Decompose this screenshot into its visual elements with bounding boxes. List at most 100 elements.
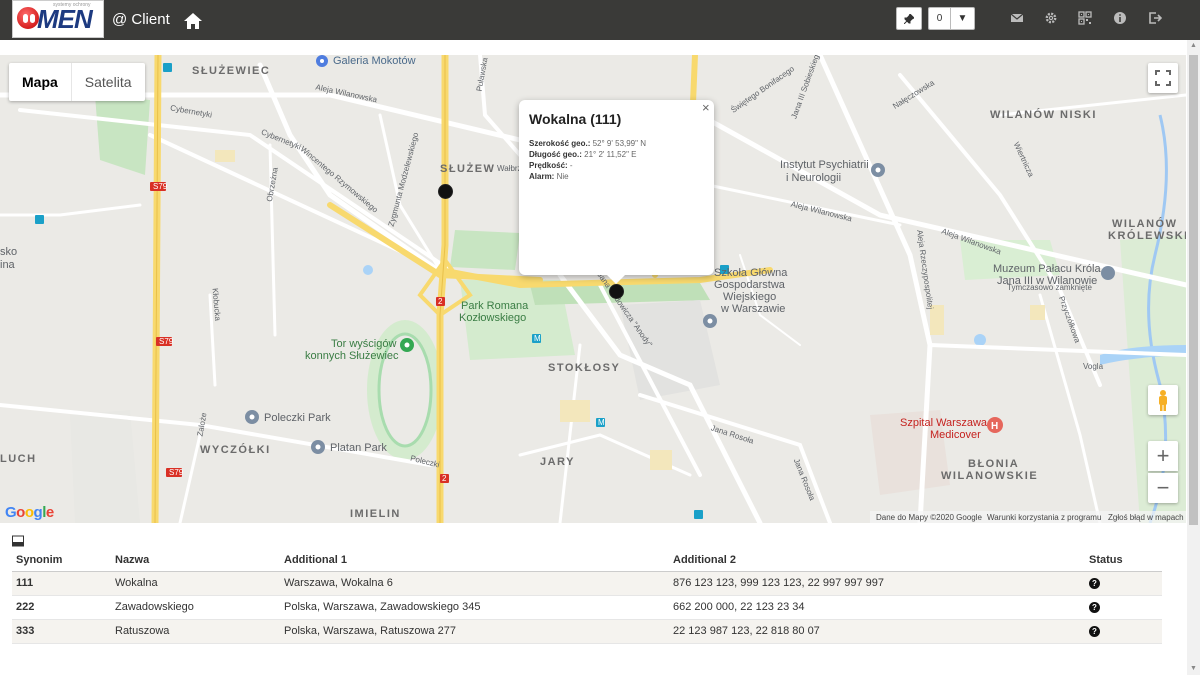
fullscreen-icon <box>1155 70 1171 86</box>
table-header-row: Synonim Nazwa Additional 1 Additional 2 … <box>12 549 1162 572</box>
map-label-sggw: Szkoła Główna <box>714 267 788 279</box>
scroll-up-icon[interactable]: ▲ <box>1187 40 1200 52</box>
map-label-stoklosy: STOKŁOSY <box>548 362 621 374</box>
map-type-satellite-button[interactable]: Satelita <box>72 63 145 101</box>
home-icon[interactable] <box>184 13 202 29</box>
map-label-sggw-4: w Warszawie <box>721 303 786 315</box>
map-label-imielin: IMIELIN <box>350 508 401 520</box>
road-shield-s79: S79 <box>153 182 168 191</box>
zoom-in-button[interactable]: + <box>1148 441 1178 471</box>
fullscreen-button[interactable] <box>1148 63 1178 93</box>
cell-status: ? <box>1085 619 1162 644</box>
terms-link[interactable]: Warunki korzystania z programu <box>987 513 1101 522</box>
map-label-instytut-2: i Neurologii <box>786 172 842 184</box>
info-window-title: Wokalna (111) <box>529 111 622 127</box>
cell-nazwa: Ratuszowa <box>111 619 280 644</box>
map-label-sggw-3: Wiejskiego <box>723 291 777 303</box>
info-icon[interactable] <box>1113 11 1127 25</box>
table-row[interactable]: 111 Wokalna Warszawa, Wokalna 6 876 123 … <box>12 571 1162 596</box>
status-question-icon[interactable]: ? <box>1089 602 1100 613</box>
table-row[interactable]: 222 Zawadowskiego Polska, Warszawa, Zawa… <box>12 595 1162 620</box>
client-label: @ Client <box>112 11 170 28</box>
scroll-down-icon[interactable]: ▼ <box>1187 663 1200 675</box>
pin-button[interactable] <box>896 7 922 30</box>
map-type-control: Mapa Satelita <box>9 63 145 101</box>
cell-additional-2: 662 200 000, 22 123 23 34 <box>669 595 1085 620</box>
cell-status: ? <box>1085 571 1162 596</box>
cell-additional-2: 876 123 123, 999 123 123, 22 997 997 997 <box>669 571 1085 596</box>
map-label-sluzew: SŁUŻEW <box>440 163 496 175</box>
map-type-map-button[interactable]: Mapa <box>9 63 72 101</box>
column-header-synonim[interactable]: Synonim <box>12 549 111 572</box>
info-row-alarm: Alarm: Nie <box>529 172 569 181</box>
map-label-park: Park Romana <box>461 300 529 312</box>
cell-additional-1: Warszawa, Wokalna 6 <box>280 571 669 596</box>
map-label-szpital: Szpital Warszawa <box>900 417 988 429</box>
road-shield-s79: S79 <box>169 468 184 477</box>
counter-field[interactable]: 0 <box>928 7 950 30</box>
minus-icon: − <box>1156 475 1170 500</box>
logo-text: MEN <box>37 4 93 34</box>
map-label-jary: JARY <box>540 456 575 468</box>
map-label-muzeum-3: Tymczasowo zamknięte <box>1007 283 1092 292</box>
map-label-wyczolki: WYCZÓŁKI <box>200 444 271 456</box>
column-header-additional-2[interactable]: Additional 2 <box>669 549 1085 572</box>
svg-text:H: H <box>991 421 998 432</box>
map-view[interactable]: H S79 S79 S79 2 2 M M SŁUŻEWIEC Galeria … <box>0 55 1186 523</box>
map-label-tor: Tor wyścigów <box>331 338 397 350</box>
info-row-longitude: Długość geo.: 21° 2' 11,52" E <box>529 150 637 159</box>
map-marker-selected[interactable] <box>609 284 624 299</box>
objects-table: Synonim Nazwa Additional 1 Additional 2 … <box>12 549 1162 644</box>
cell-synonim: 333 <box>12 619 111 644</box>
cell-nazwa: Wokalna <box>111 571 280 596</box>
street-view-button[interactable] <box>1148 385 1178 415</box>
map-label-park-2: Kozłowskiego <box>459 312 527 324</box>
status-question-icon[interactable]: ? <box>1089 578 1100 589</box>
road-shield-s79: S79 <box>159 337 174 346</box>
column-header-status[interactable]: Status <box>1085 549 1162 572</box>
column-header-additional-1[interactable]: Additional 1 <box>280 549 669 572</box>
road-shield-2: 2 <box>442 474 447 483</box>
cell-additional-1: Polska, Warszawa, Ratuszowa 277 <box>280 619 669 644</box>
map-label-ina: ina <box>0 259 15 271</box>
logout-icon[interactable] <box>1148 11 1162 25</box>
report-error-link[interactable]: Zgłoś błąd w mapach <box>1108 513 1184 522</box>
gear-icon[interactable] <box>1044 11 1058 25</box>
map-label-wilanow-krolewski: WILANÓW <box>1112 218 1178 230</box>
top-bar: systemy ochrony MEN @ Client 0 ▼ <box>0 0 1200 40</box>
counter-dropdown-button[interactable]: ▼ <box>950 7 975 30</box>
map-label-muzeum: Muzeum Pałacu Króla <box>993 263 1101 275</box>
qr-code-icon[interactable] <box>1078 11 1092 25</box>
info-window: Wokalna (111) × Szerokość geo.: 52° 9' 5… <box>519 100 714 284</box>
map-marker[interactable] <box>438 184 453 199</box>
street-label: Vogla <box>1083 362 1104 371</box>
close-icon[interactable]: × <box>702 100 710 115</box>
map-label-sko: sko <box>0 246 18 258</box>
map-data-attribution: Dane do Mapy ©2020 Google <box>876 513 982 522</box>
map-label-galeria: Galeria Mokotów <box>333 55 416 67</box>
cell-synonim: 222 <box>12 595 111 620</box>
map-label-sluzewiec: SŁUŻEWIEC <box>192 65 271 77</box>
metro-icon: M <box>598 418 605 427</box>
pin-icon <box>903 13 915 25</box>
google-logo[interactable]: Google <box>5 504 54 521</box>
metro-icon: M <box>534 334 541 343</box>
info-row-latitude: Szerokość geo.: 52° 9' 53,99" N <box>529 139 646 148</box>
zoom-out-button[interactable]: − <box>1148 473 1178 503</box>
status-question-icon[interactable]: ? <box>1089 626 1100 637</box>
mail-icon[interactable] <box>1010 11 1024 25</box>
page-scrollbar[interactable]: ▲ ▼ <box>1187 40 1200 675</box>
scrollbar-thumb[interactable] <box>1189 55 1198 525</box>
map-label-luch: LUCH <box>0 453 37 465</box>
omen-logo[interactable]: systemy ochrony MEN <box>12 0 104 38</box>
column-header-nazwa[interactable]: Nazwa <box>111 549 280 572</box>
map-label-blonia-2: WILANOWSKIE <box>941 470 1039 482</box>
map-label-walbrzyska: Wałbrz <box>497 164 522 173</box>
table-toggle-icon[interactable] <box>12 535 24 547</box>
map-label-platan: Platan Park <box>330 442 387 454</box>
map-label-instytut: Instytut Psychiatrii <box>780 159 869 171</box>
plus-icon: + <box>1156 443 1170 468</box>
cell-nazwa: Zawadowskiego <box>111 595 280 620</box>
pegman-icon <box>1159 390 1167 411</box>
table-row[interactable]: 333 Ratuszowa Polska, Warszawa, Ratuszow… <box>12 619 1162 644</box>
